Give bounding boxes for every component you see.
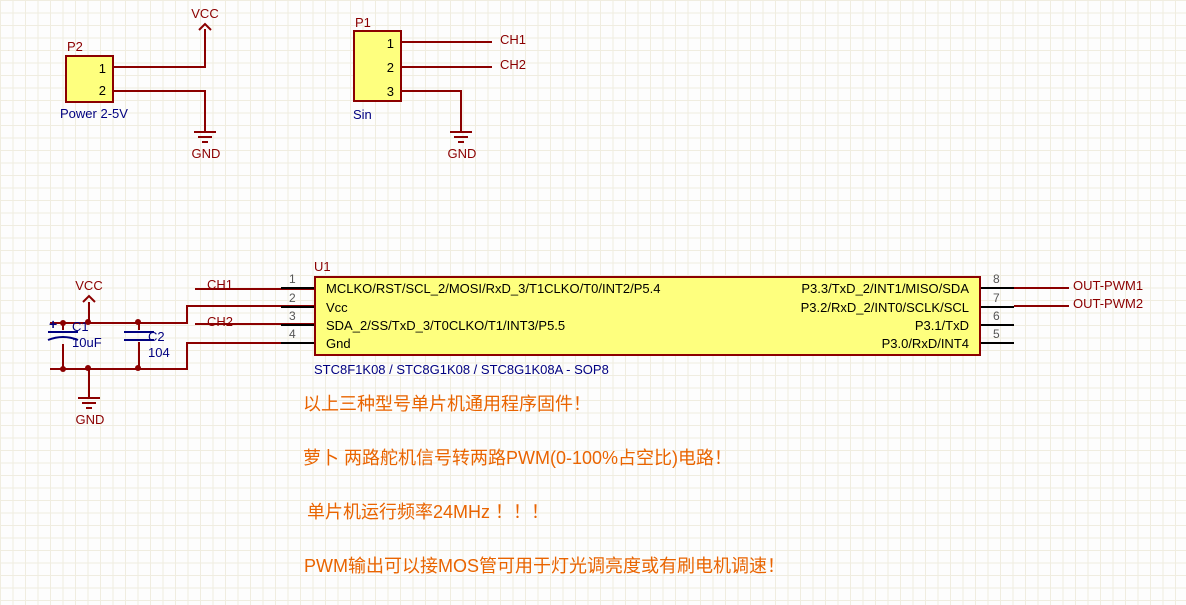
u1-pinnum-6: 6	[993, 309, 1000, 323]
u1-pin8-name: P3.3/TxD_2/INT1/MISO/SDA	[801, 281, 969, 296]
vcc-symbol-p2	[197, 22, 213, 32]
u1-pinstub-4	[281, 342, 314, 344]
u1-pinstub-7	[981, 306, 1014, 308]
gnd-symbol-p2	[192, 130, 218, 146]
p1-wire-gnd	[402, 90, 462, 92]
net-out2: OUT-PWM2	[1073, 296, 1143, 311]
p1-pin3: 3	[387, 84, 394, 99]
note-4: PWM输出可以接MOS管可用于灯光调亮度或有刷电机调速！	[304, 552, 785, 578]
p1-net-ch2: CH2	[500, 57, 526, 72]
gnd-label-left: GND	[74, 412, 106, 427]
wire-out2	[1014, 305, 1069, 307]
gnd-to-ic-v	[186, 342, 188, 370]
p1-wire-ch1	[402, 41, 492, 43]
u1-body: MCLKO/RST/SCL_2/MOSI/RxD_3/T1CLKO/T0/INT…	[314, 276, 981, 356]
u1-pinstub-2	[281, 306, 314, 308]
p1-ref: P1	[355, 15, 371, 30]
p2-pin2: 2	[99, 83, 106, 98]
p1-wire-ch2	[402, 66, 492, 68]
p1-body: 1 2 3	[353, 30, 402, 102]
vcc-bus-left	[50, 322, 188, 324]
u1-pinnum-4: 4	[289, 327, 296, 341]
u1-pin7-name: P3.2/RxD_2/INT0/SCLK/SCL	[801, 300, 969, 315]
p1-pin1: 1	[387, 36, 394, 51]
wire-out1	[1014, 287, 1069, 289]
c1-polarity-icon: +	[49, 316, 57, 332]
junction-dot	[85, 319, 91, 325]
p2-desc: Power 2-5V	[60, 106, 128, 121]
p2-wire-vcc-v	[204, 29, 206, 67]
u1-pin2-name: Vcc	[326, 300, 348, 315]
u1-pin5-name: P3.0/RxD/INT4	[882, 336, 969, 351]
gnd-bus-left	[50, 368, 188, 370]
u1-pinnum-5: 5	[993, 327, 1000, 341]
junction-dot	[60, 366, 66, 372]
u1-pin3-name: SDA_2/SS/TxD_3/T0CLKO/T1/INT3/P5.5	[326, 318, 565, 333]
junction-dot	[60, 320, 66, 326]
u1-pin4-name: Gnd	[326, 336, 351, 351]
p1-net-ch1: CH1	[500, 32, 526, 47]
u1-pinstub-6	[981, 324, 1014, 326]
u1-pinnum-7: 7	[993, 291, 1000, 305]
vcc-to-ic-v	[186, 305, 188, 324]
junction-dot	[135, 365, 141, 371]
u1-pinnum-8: 8	[993, 272, 1000, 286]
c1-val: 10uF	[72, 335, 102, 350]
c2-val: 104	[148, 345, 170, 360]
net-out1: OUT-PWM1	[1073, 278, 1143, 293]
p2-wire-gnd	[114, 90, 206, 92]
ic-net-ch2: CH2	[207, 314, 233, 329]
c2-ref: C2	[148, 329, 165, 344]
p2-wire-gnd-v	[204, 90, 206, 132]
p1-pin2: 2	[387, 60, 394, 75]
note-2: 萝卜 两路舵机信号转两路PWM(0-100%占空比)电路！	[303, 444, 732, 470]
junction-dot	[85, 365, 91, 371]
gnd-label-p1: GND	[446, 146, 478, 161]
u1-pinstub-3	[281, 324, 314, 326]
u1-pinnum-3: 3	[289, 309, 296, 323]
u1-pinstub-1	[281, 287, 314, 289]
u1-ref: U1	[314, 259, 331, 274]
p1-wire-gnd-v	[460, 90, 462, 132]
u1-pin6-name: P3.1/TxD	[915, 318, 969, 333]
vcc-label-p2: VCC	[189, 6, 221, 21]
vcc-label-left: VCC	[72, 278, 106, 293]
u1-pin1-name: MCLKO/RST/SCL_2/MOSI/RxD_3/T1CLKO/T0/INT…	[326, 281, 661, 296]
gnd-stub-left	[88, 368, 90, 398]
u1-part: STC8F1K08 / STC8G1K08 / STC8G1K08A - SOP…	[314, 362, 609, 377]
p1-desc: Sin	[353, 107, 372, 122]
junction-dot	[135, 319, 141, 325]
u1-pinnum-2: 2	[289, 291, 296, 305]
note-3: 单片机运行频率24MHz ！！！	[307, 498, 549, 524]
p2-body: 1 2	[65, 55, 114, 103]
u1-pinstub-8	[981, 287, 1014, 289]
gnd-label-p2: GND	[190, 146, 222, 161]
c1-lead-bot	[62, 344, 64, 368]
p2-wire-vcc	[114, 66, 206, 68]
gnd-symbol-p1	[448, 130, 474, 146]
u1-pinnum-1: 1	[289, 272, 296, 286]
p2-ref: P2	[67, 39, 83, 54]
p2-pin1: 1	[99, 61, 106, 76]
note-1: 以上三种型号单片机通用程序固件！	[303, 390, 591, 416]
u1-pinstub-5	[981, 342, 1014, 344]
gnd-symbol-left	[76, 396, 102, 412]
